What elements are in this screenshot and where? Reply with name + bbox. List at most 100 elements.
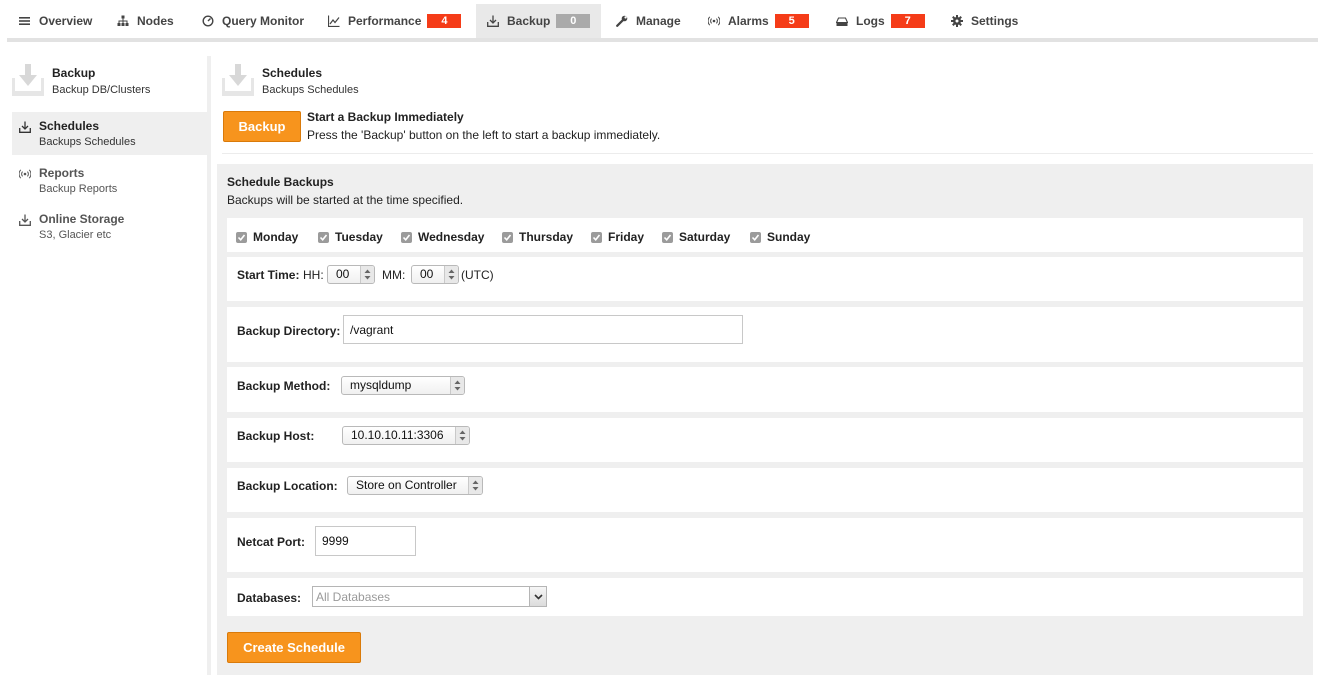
alarms-count-badge: 5 — [774, 14, 809, 28]
day-label: Monday — [253, 230, 299, 244]
schedule-description: Backups will be started at the time spec… — [227, 193, 464, 207]
databases-select[interactable]: All Databases — [312, 586, 547, 607]
updown-arrows-icon — [360, 266, 374, 283]
menu-icon — [19, 15, 31, 27]
updown-arrows-icon — [444, 266, 458, 283]
day-monday-checkbox[interactable]: Monday — [236, 230, 298, 244]
tab-label: Overview — [39, 14, 93, 28]
checkmark-icon — [750, 231, 761, 243]
tab-label: Performance — [348, 14, 422, 28]
tab-manage[interactable]: Manage — [616, 4, 681, 38]
sidebar-item-sub: Backups Schedules — [39, 136, 136, 148]
sidebar-subtitle: Backup DB/Clusters — [52, 84, 151, 96]
databases-placeholder: All Databases — [316, 590, 391, 604]
broadcast-icon — [708, 15, 720, 27]
sidebar-item-schedules[interactable]: Schedules Backups Schedules — [12, 112, 208, 155]
tab-backup[interactable]: Backup 0 — [476, 4, 601, 38]
hour-select[interactable]: 00 — [327, 265, 375, 284]
sidebar-item-reports[interactable]: Reports Backup Reports — [12, 159, 208, 202]
day-wednesday-checkbox[interactable]: Wednesday — [401, 230, 484, 244]
day-thursday-checkbox[interactable]: Thursday — [502, 230, 573, 244]
gear-icon — [951, 15, 963, 27]
sidebar-item-online-storage[interactable]: Online Storage S3, Glacier etc — [12, 205, 208, 248]
timezone-label: (UTC) — [461, 268, 494, 282]
create-schedule-button[interactable]: Create Schedule — [227, 632, 361, 663]
start-time-row: Start Time: HH: 00 MM: 00 (UTC) — [227, 257, 1303, 301]
netcat-port-input[interactable] — [315, 526, 416, 556]
hour-value: 00 — [336, 267, 350, 281]
schedules-download-icon — [222, 62, 254, 96]
tab-label: Alarms — [728, 14, 769, 28]
minute-select[interactable]: 00 — [411, 265, 459, 284]
checkmark-icon — [502, 231, 513, 243]
netcat-port-label: Netcat Port: — [237, 535, 306, 549]
broadcast-icon — [18, 168, 32, 180]
sidebar: Backup Backup DB/Clusters Schedules Back… — [12, 56, 208, 675]
sidebar-header: Backup Backup DB/Clusters — [12, 62, 208, 106]
tab-performance[interactable]: Performance 4 — [328, 4, 462, 38]
backup-location-label: Backup Location: — [237, 479, 338, 493]
start-time-label: Start Time: — [237, 268, 300, 282]
download-icon — [19, 121, 31, 133]
section-divider — [222, 153, 1313, 154]
tab-label: Settings — [971, 14, 1019, 28]
backup-host-select[interactable]: 10.10.10.11:3306 — [342, 426, 470, 445]
sidebar-item-label: Reports — [39, 166, 85, 180]
logs-count-badge: 7 — [890, 14, 925, 28]
day-label: Sunday — [767, 230, 811, 244]
tab-overview[interactable]: Overview — [19, 4, 92, 38]
day-sunday-checkbox[interactable]: Sunday — [750, 230, 810, 244]
tab-label: Nodes — [137, 14, 174, 28]
checkmark-icon — [662, 231, 673, 243]
minute-value: 00 — [420, 267, 434, 281]
tab-nodes[interactable]: Nodes — [117, 4, 174, 38]
updown-arrows-icon — [468, 477, 482, 494]
backup-location-select[interactable]: Store on Controller — [347, 476, 483, 495]
backup-download-icon — [12, 62, 44, 96]
sitemap-icon — [117, 15, 129, 27]
start-backup-title: Start a Backup Immediately — [307, 110, 464, 124]
download-icon — [487, 15, 499, 27]
tab-query-monitor[interactable]: Query Monitor — [202, 4, 304, 38]
start-backup-description: Press the 'Backup' button on the left to… — [307, 128, 661, 142]
day-label: Saturday — [679, 230, 731, 244]
top-navigation: Overview Nodes Query Monitor Performance… — [7, 4, 1318, 42]
line-chart-icon — [328, 15, 340, 27]
sidebar-item-label: Schedules — [39, 119, 100, 133]
sidebar-divider — [207, 56, 211, 675]
backup-host-label: Backup Host: — [237, 429, 315, 443]
drive-icon — [836, 15, 848, 27]
day-saturday-checkbox[interactable]: Saturday — [662, 230, 730, 244]
day-label: Wednesday — [418, 230, 485, 244]
checkmark-icon — [318, 231, 329, 243]
netcat-port-row: Netcat Port: — [227, 518, 1303, 572]
performance-count-badge: 4 — [427, 14, 462, 28]
chevron-down-icon — [529, 587, 546, 606]
sidebar-item-sub: Backup Reports — [39, 183, 118, 195]
backup-host-row: Backup Host: 10.10.10.11:3306 — [227, 418, 1303, 462]
backup-directory-label: Backup Directory: — [237, 324, 341, 338]
download-icon — [19, 214, 31, 226]
backup-method-value: mysqldump — [350, 378, 412, 392]
tab-alarms[interactable]: Alarms 5 — [708, 4, 809, 38]
backup-host-value: 10.10.10.11:3306 — [351, 428, 444, 442]
tab-label: Query Monitor — [222, 14, 305, 28]
sidebar-title: Backup — [52, 66, 96, 80]
tab-settings[interactable]: Settings — [951, 4, 1018, 38]
day-label: Tuesday — [335, 230, 383, 244]
tab-label: Backup — [507, 14, 551, 28]
day-tuesday-checkbox[interactable]: Tuesday — [318, 230, 383, 244]
backup-method-select[interactable]: mysqldump — [341, 376, 465, 395]
days-row: Monday Tuesday Wednesday Thursday Friday… — [227, 218, 1303, 252]
updown-arrows-icon — [450, 377, 464, 394]
backup-directory-input[interactable] — [343, 315, 743, 344]
checkmark-icon — [236, 231, 247, 243]
backup-now-button[interactable]: Backup — [223, 111, 301, 142]
sidebar-item-sub: S3, Glacier etc — [39, 229, 112, 241]
updown-arrows-icon — [455, 427, 469, 444]
backup-method-row: Backup Method: mysqldump — [227, 367, 1303, 412]
day-friday-checkbox[interactable]: Friday — [591, 230, 644, 244]
backup-directory-row: Backup Directory: — [227, 307, 1303, 362]
checkmark-icon — [401, 231, 412, 243]
tab-logs[interactable]: Logs 7 — [836, 4, 925, 38]
